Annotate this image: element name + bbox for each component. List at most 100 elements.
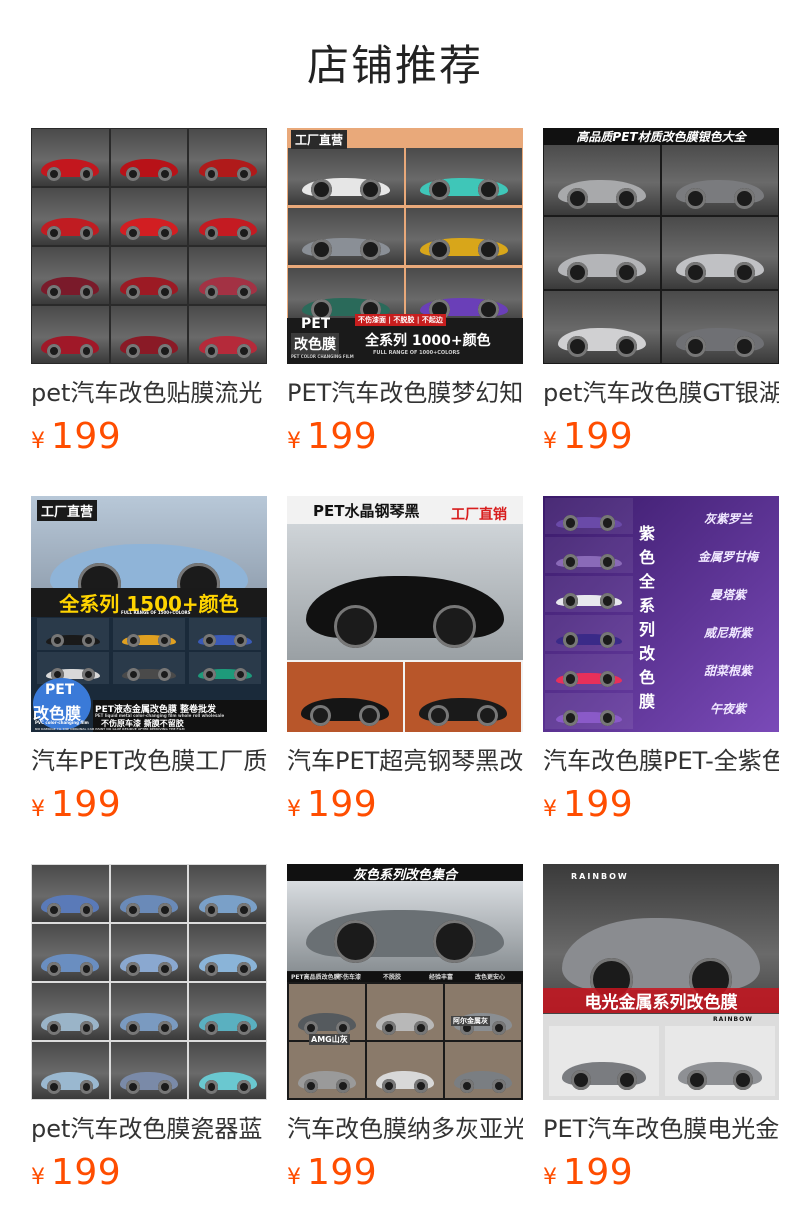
- image-banner-text: 甜菜根紫: [703, 664, 752, 678]
- wheel: [567, 187, 589, 209]
- product-name[interactable]: 汽车改色膜PET-全紫色: [543, 746, 779, 780]
- wheel: [733, 1069, 753, 1090]
- wheel: [79, 344, 94, 358]
- product-image[interactable]: 工厂直营 FACTORY DIRECT SALES PET 改色膜 不伤漆面 | 不脱胶…: [287, 128, 523, 364]
- collage-photo: [189, 924, 266, 981]
- product-card[interactable]: pet汽车改色贴膜流光 ¥199: [31, 128, 267, 458]
- wheel: [127, 668, 141, 682]
- product-card[interactable]: RAINBOW 电光金属系列改色膜 RAINBOW PET汽车改色膜电光金 ¥199: [543, 864, 779, 1194]
- product-image[interactable]: [31, 864, 267, 1100]
- image-banner-text: 阿尔金属灰: [451, 1016, 490, 1026]
- mini-photo: [405, 662, 521, 732]
- image-banner-text: 列: [639, 620, 656, 639]
- collage-photo: [110, 247, 188, 304]
- wheel: [81, 668, 95, 682]
- wheel: [615, 187, 637, 209]
- product-card[interactable]: PET水晶钢琴黑 工厂直销 汽车PET超亮钢琴黑改 ¥199: [287, 496, 523, 826]
- collage-photo: [32, 247, 109, 304]
- image-banner-text: 改: [639, 644, 656, 663]
- product-name[interactable]: PET汽车改色膜梦幻知: [287, 378, 523, 412]
- wheel: [615, 261, 637, 283]
- image-banner-text: 系: [639, 596, 656, 615]
- wheel: [47, 226, 62, 240]
- wheel: [562, 592, 579, 609]
- wheel: [359, 179, 381, 200]
- product-image[interactable]: RAINBOW 电光金属系列改色膜 RAINBOW: [543, 864, 779, 1100]
- wheel: [567, 335, 589, 357]
- currency-symbol: ¥: [543, 429, 557, 454]
- wheel: [414, 1079, 428, 1093]
- product-price: ¥199: [31, 784, 121, 828]
- product-card[interactable]: 高品质PET材质改色膜银色大全 pet汽车改色膜GT银湖 ¥199: [543, 128, 779, 458]
- product-name[interactable]: 汽车改色膜纳多灰亚光: [287, 1114, 523, 1148]
- wheel: [617, 1069, 637, 1090]
- product-image[interactable]: PET水晶钢琴黑 工厂直销: [287, 496, 523, 732]
- collage-photo: [110, 983, 188, 1040]
- wheel: [158, 285, 172, 299]
- wheel: [204, 903, 219, 917]
- product-card[interactable]: 工厂直营 FACTORY DIRECT SALES PET 改色膜 不伤漆面 | 不脱胶…: [287, 128, 523, 458]
- product-name[interactable]: pet汽车改色贴膜流光: [31, 378, 267, 412]
- product-name[interactable]: pet汽车改色膜GT银湖: [543, 378, 779, 412]
- swatch-photo: [545, 537, 633, 573]
- wheel: [359, 239, 381, 260]
- collage-photo: [189, 188, 266, 245]
- image-banner-text: FULL RANGE OF 1000+COLORS: [373, 350, 460, 356]
- product-name[interactable]: PET汽车改色膜电光金: [543, 1114, 779, 1148]
- wheel: [47, 1080, 62, 1094]
- product-image[interactable]: 高品质PET材质改色膜银色大全: [543, 128, 779, 364]
- image-banner-text: 灰紫罗兰: [703, 512, 752, 526]
- wheel: [311, 179, 333, 200]
- product-price: ¥199: [543, 784, 633, 828]
- wheel: [429, 179, 451, 200]
- collage-photo: [32, 865, 109, 922]
- product-image[interactable]: 工厂直营 FACTORY DIRECT SALES 全系列 1500+颜色 FULL …: [31, 496, 267, 732]
- wheel: [687, 1069, 707, 1090]
- wheel: [236, 1021, 251, 1035]
- mini-photo: [113, 618, 185, 650]
- price-value: 199: [563, 416, 634, 457]
- image-banner-text: 改色更安心: [475, 974, 506, 981]
- wheel: [599, 670, 616, 687]
- wheel: [157, 668, 171, 682]
- product-image[interactable]: 紫色全系列改色膜灰紫罗兰 金属罗甘梅 曼塔紫 威尼斯紫 甜菜根紫 午夜紫: [543, 496, 779, 732]
- product-price: ¥199: [287, 416, 377, 460]
- wheel: [428, 704, 450, 726]
- collage-photo: [189, 865, 266, 922]
- collage-photo: [288, 208, 404, 265]
- product-name[interactable]: pet汽车改色膜瓷器蓝: [31, 1114, 267, 1148]
- collage-photo: [110, 1042, 188, 1099]
- product-card[interactable]: 紫色全系列改色膜灰紫罗兰 金属罗甘梅 曼塔紫 威尼斯紫 甜菜根紫 午夜紫 汽车改色膜PET-…: [543, 496, 779, 826]
- mini-photo: [289, 984, 365, 1040]
- wheel: [304, 1079, 318, 1093]
- image-banner-text: 威尼斯紫: [703, 626, 752, 640]
- wheel: [158, 226, 172, 240]
- product-name[interactable]: 汽车PET改色膜工厂质: [31, 746, 267, 780]
- wheel: [599, 553, 616, 570]
- wheel: [599, 709, 616, 726]
- product-name[interactable]: 汽车PET超亮钢琴黑改: [287, 746, 523, 780]
- collage-photo: [110, 306, 188, 363]
- product-card[interactable]: pet汽车改色膜瓷器蓝 ¥199: [31, 864, 267, 1194]
- image-banner-text: PET: [301, 316, 331, 332]
- collage-photo: [288, 148, 404, 205]
- mini-photo: [37, 618, 109, 650]
- price-value: 199: [51, 1152, 122, 1193]
- product-image[interactable]: [31, 128, 267, 364]
- page-title: 店铺推荐: [306, 41, 483, 90]
- collage-photo: [189, 129, 266, 186]
- wheel: [599, 514, 616, 531]
- wheel: [79, 1021, 94, 1035]
- product-card[interactable]: 灰色系列改色集合 PET高品质改色膜 不伤车漆 不脱胶 经验丰富 改色更安心 AMG山灰 阿尔…: [287, 864, 523, 1194]
- wheel: [158, 344, 172, 358]
- mini-photo: [445, 984, 521, 1040]
- collage-photo: [32, 129, 109, 186]
- swatch-photo: [545, 498, 633, 534]
- price-value: 199: [51, 416, 122, 457]
- mini-photo: [189, 652, 261, 684]
- image-banner-text: 不伤车漆: [337, 974, 362, 981]
- wheel: [158, 1080, 172, 1094]
- product-card[interactable]: 工厂直营 FACTORY DIRECT SALES 全系列 1500+颜色 FULL …: [31, 496, 267, 826]
- product-image[interactable]: 灰色系列改色集合 PET高品质改色膜 不伤车漆 不脱胶 经验丰富 改色更安心 AMG山灰 阿尔…: [287, 864, 523, 1100]
- collage-photo: [189, 1042, 266, 1099]
